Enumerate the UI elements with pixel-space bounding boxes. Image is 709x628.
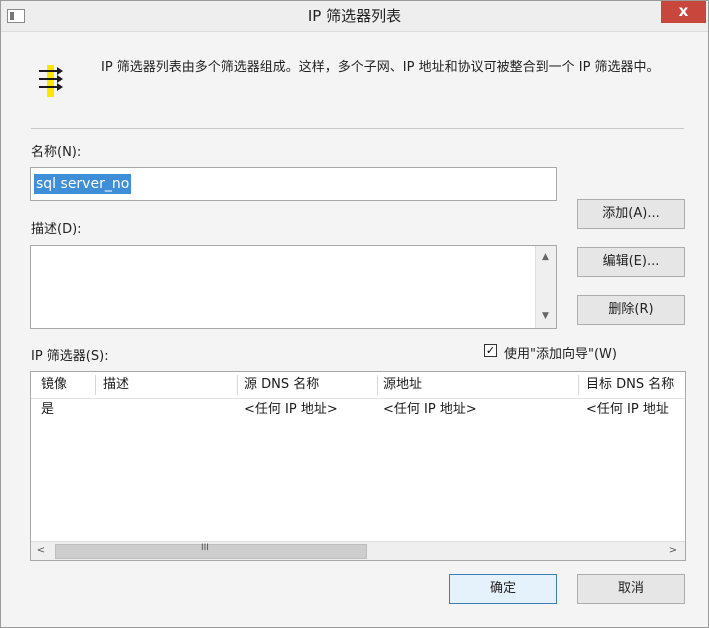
table-cell: <任何 IP 地址 [586,402,669,417]
scroll-grip-icon: III [201,543,209,553]
table-header: 镜像 描述 源 DNS 名称 源地址 目标 DNS 名称 [31,372,685,399]
ip-filter-list-dialog: IP 筛选器列表 x IP 筛选器列表由多个筛选器组成。这样，多个子网、IP 地… [0,0,709,628]
wizard-checkbox[interactable]: ✓ [484,344,497,357]
column-header[interactable]: 镜像 [41,372,96,398]
name-input[interactable]: sql server_no [30,167,557,201]
description-scrollbar[interactable]: ▲ ▼ [535,246,556,328]
table-row[interactable]: 是 <任何 IP 地址> <任何 IP 地址> <任何 IP 地址 [31,399,685,421]
column-divider[interactable] [578,375,579,395]
table-horizontal-scrollbar[interactable]: < III > [31,541,685,560]
add-button[interactable]: 添加(A)... [577,199,685,229]
table-cell: 是 [41,402,55,417]
separator [31,128,684,129]
column-header[interactable]: 描述 [103,372,238,398]
column-divider[interactable] [237,375,238,395]
column-header[interactable]: 源 DNS 名称 [244,372,376,398]
table-cell: <任何 IP 地址> [244,402,338,417]
name-label: 名称(N): [31,145,82,160]
scrollbar-thumb[interactable]: III [55,543,367,559]
edit-button[interactable]: 编辑(E)... [577,247,685,277]
filters-table[interactable]: 镜像 描述 源 DNS 名称 源地址 目标 DNS 名称 是 <任何 IP 地址… [30,371,686,561]
title-bar[interactable]: IP 筛选器列表 x [1,1,708,32]
column-header[interactable]: 目标 DNS 名称 [586,372,685,398]
scroll-down-icon[interactable]: ▼ [538,308,553,324]
wizard-label[interactable]: 使用"添加向导"(W) [504,343,617,362]
scroll-right-icon[interactable]: > [665,543,681,559]
ok-button[interactable]: 确定 [449,574,557,604]
name-value: sql server_no [34,174,132,194]
scroll-left-icon[interactable]: < [33,543,49,559]
filters-label: IP 筛选器(S): [31,349,109,364]
table-cell [103,399,238,421]
delete-button[interactable]: 删除(R) [577,295,685,325]
column-divider[interactable] [95,375,96,395]
column-header[interactable]: 源地址 [383,372,575,398]
scroll-up-icon[interactable]: ▲ [538,249,553,265]
close-button[interactable]: x [661,1,706,23]
description-label: 描述(D): [31,222,82,237]
window-title: IP 筛选器列表 [307,7,402,25]
table-cell: <任何 IP 地址> [383,402,477,417]
column-divider[interactable] [377,375,378,395]
filter-list-icon [39,65,63,97]
description-input[interactable]: ▲ ▼ [30,245,557,329]
cancel-button[interactable]: 取消 [577,574,685,604]
intro-text: IP 筛选器列表由多个筛选器组成。这样，多个子网、IP 地址和协议可被整合到一个… [101,60,660,75]
